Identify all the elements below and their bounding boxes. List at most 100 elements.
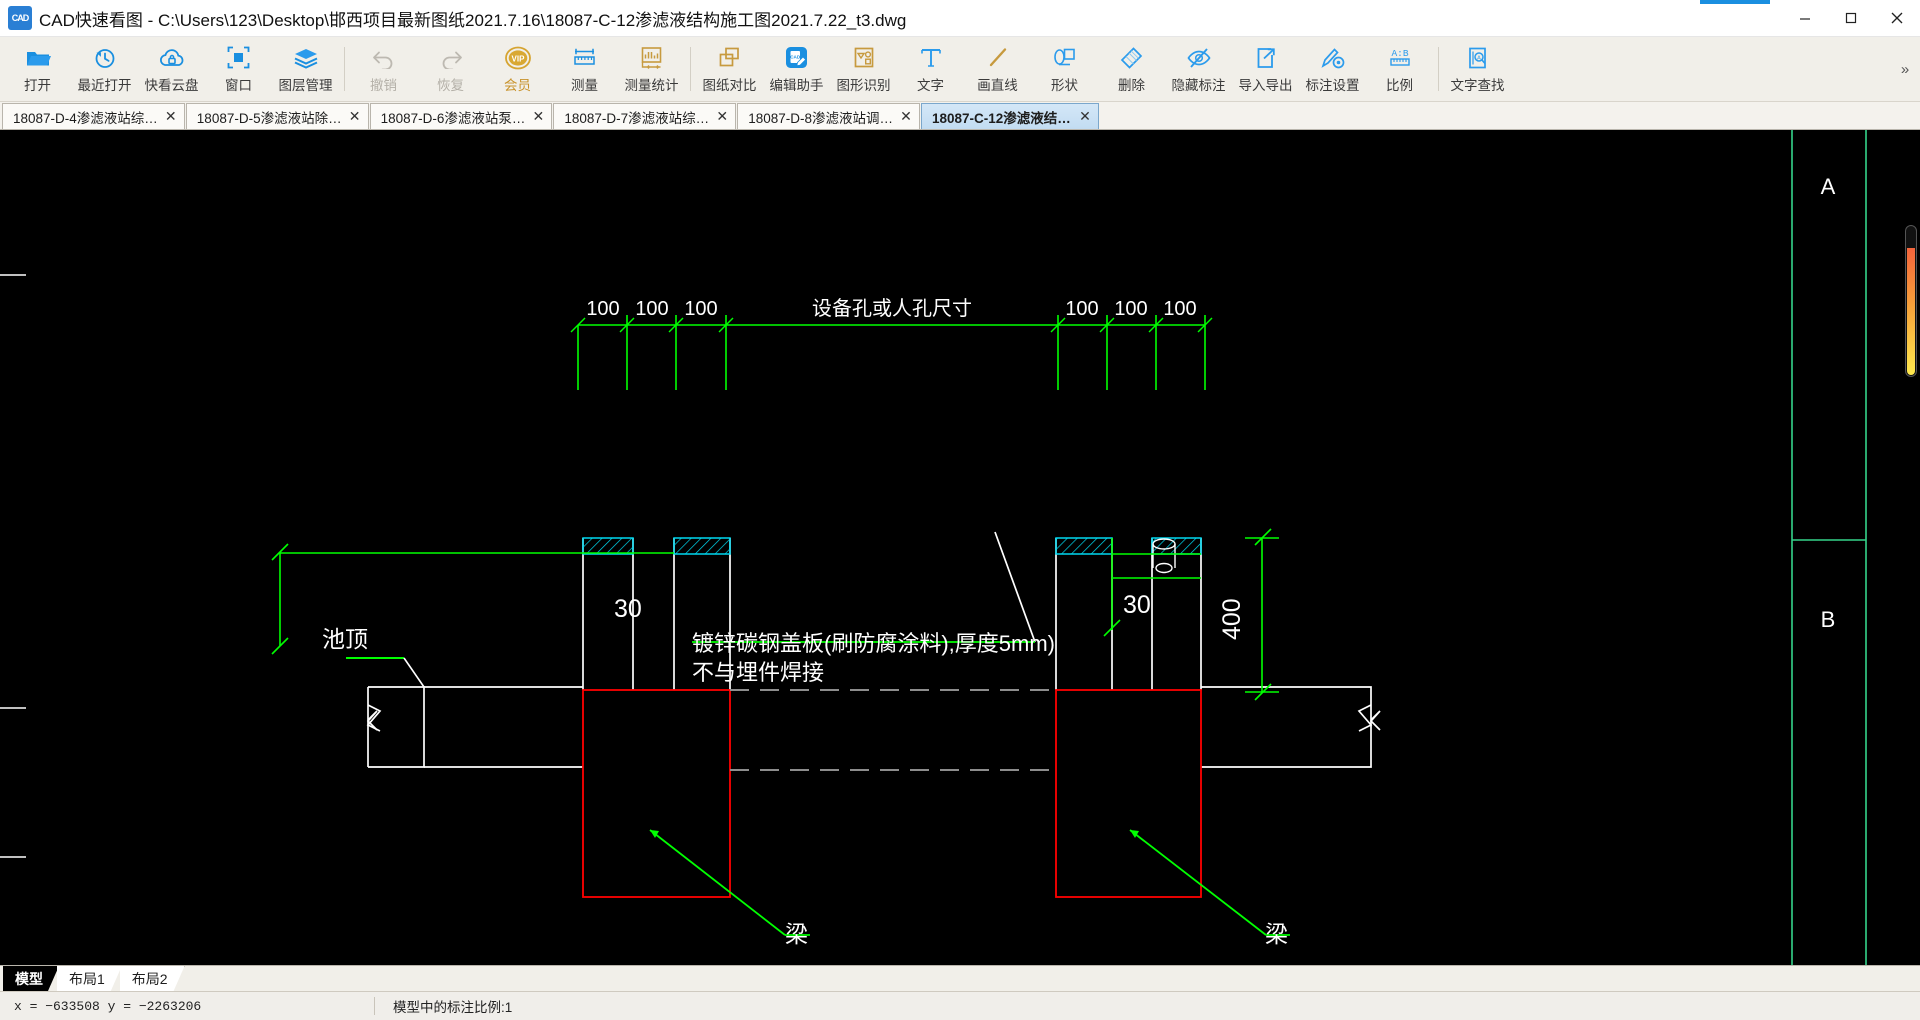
sheet-grid-frame (1791, 130, 1867, 965)
undo-arrow-icon (369, 45, 399, 71)
toolbar-button-open[interactable]: 打开 (4, 37, 71, 101)
shape-recognize-icon (849, 45, 879, 71)
close-icon[interactable]: ✕ (897, 108, 915, 125)
close-icon[interactable]: ✕ (529, 108, 547, 125)
layout-tab-bar: 模型 布局1 布局2 (0, 965, 1920, 991)
toolbar-label: 撤销 (370, 77, 397, 93)
eraser-icon (1117, 45, 1147, 71)
document-tab[interactable]: 18087-D-6渗滤液站泵… ✕ (369, 103, 553, 129)
toolbar-label: 隐藏标注 (1171, 77, 1226, 93)
svg-text:A:B: A:B (1391, 48, 1408, 59)
toolbar-separator (1438, 47, 1439, 91)
toolbar-button-scale[interactable]: A:B 比例 (1366, 37, 1433, 101)
draw-line-icon (983, 45, 1013, 71)
document-tab-active[interactable]: 18087-C-12渗滤液结… ✕ (920, 103, 1099, 129)
center-line (730, 689, 1056, 771)
toolbar-label: 编辑助手 (769, 77, 824, 93)
toolbar-label: 快看云盘 (144, 77, 199, 93)
toolbar-button-window[interactable]: 窗口 (205, 37, 272, 101)
toolbar-button-edit-assistant[interactable]: CAD 编辑助手 (763, 37, 830, 101)
document-tab[interactable]: 18087-D-4渗滤液站综… ✕ (2, 103, 185, 129)
toolbar-overflow-button[interactable]: » (1894, 37, 1916, 101)
toolbar-button-layers[interactable]: 图层管理 (272, 37, 339, 101)
toolbar-label: 导入导出 (1238, 77, 1293, 93)
toolbar-button-vip[interactable]: VIP 会员 (484, 37, 551, 101)
toolbar-button-hide-annotation[interactable]: 隐藏标注 (1165, 37, 1232, 101)
measure-ruler-icon (570, 45, 600, 71)
dim-100-1: 100 (586, 298, 619, 320)
toolbar-button-draw-line[interactable]: 画直线 (964, 37, 1031, 101)
svg-text:A: A (1477, 55, 1481, 61)
toolbar-button-delete[interactable]: 删除 (1098, 37, 1165, 101)
window-frame-icon (224, 45, 254, 71)
text-tool-icon (916, 45, 946, 71)
toolbar-button-recent[interactable]: 最近打开 (71, 37, 138, 101)
note-line-2: 不与埋件焊接 (692, 660, 824, 685)
pool-top-label: 池顶 (322, 626, 368, 652)
close-icon[interactable]: ✕ (162, 108, 180, 125)
grid-ref-b: B (1821, 607, 1836, 632)
compare-sheets-icon (715, 45, 745, 71)
toolbar-button-measure-stats[interactable]: 测量统计 (618, 37, 685, 101)
dim-100-3: 100 (684, 298, 717, 320)
grid-ref-a: A (1821, 174, 1836, 199)
close-icon[interactable]: ✕ (1076, 108, 1094, 125)
cad-application-window: CAD CAD快速看图 - C:\Users\123\Desktop\邯西项目最… (0, 0, 1920, 1020)
toolbar-label: 最近打开 (77, 77, 132, 93)
import-export-icon (1251, 45, 1281, 71)
toolbar-button-annotation-settings[interactable]: 标注设置 (1299, 37, 1366, 101)
recent-clock-icon (90, 45, 120, 71)
toolbar-label: 删除 (1118, 77, 1145, 93)
toolbar-button-undo[interactable]: 撤销 (350, 37, 417, 101)
dim-100-6: 100 (1163, 298, 1196, 320)
close-icon[interactable]: ✕ (346, 108, 364, 125)
vertical-zoom-scrollbar-thumb[interactable] (1907, 248, 1915, 375)
toolbar-button-text-search[interactable]: A 文字查找 (1444, 37, 1511, 101)
document-tab[interactable]: 18087-D-8渗滤液站调… ✕ (737, 103, 920, 129)
grid-reference-labels: A B (1821, 174, 1836, 632)
window-title: CAD快速看图 - C:\Users\123\Desktop\邯西项目最新图纸2… (39, 10, 907, 30)
toolbar-button-measure[interactable]: 测量 (551, 37, 618, 101)
toolbar-button-compare[interactable]: 图纸对比 (696, 37, 763, 101)
vertical-zoom-scrollbar[interactable] (1905, 225, 1917, 377)
toolbar-label: 恢复 (437, 77, 464, 93)
layout-tab-model[interactable]: 模型 (3, 966, 59, 991)
beam-label-right: 梁 (1265, 921, 1288, 947)
toolbar-button-shapes[interactable]: 形状 (1031, 37, 1098, 101)
shapes-icon (1050, 45, 1080, 71)
document-tab-label: 18087-D-5渗滤液站除… (196, 110, 342, 126)
close-icon[interactable]: ✕ (713, 108, 731, 125)
toolbar-label: 会员 (504, 77, 531, 93)
title-bar: CAD CAD快速看图 - C:\Users\123\Desktop\邯西项目最… (0, 0, 1920, 37)
toolbar-button-redo[interactable]: 恢复 (417, 37, 484, 101)
dim-30-left: 30 (614, 595, 642, 623)
layout-tab-layout1[interactable]: 布局1 (57, 966, 122, 991)
title-accent-stripe (1700, 0, 1770, 4)
document-tab[interactable]: 18087-D-5渗滤液站除… ✕ (185, 103, 369, 129)
document-tab[interactable]: 18087-D-7渗滤液站综… ✕ (553, 103, 737, 129)
toolbar-label: 形状 (1051, 77, 1078, 93)
minimize-button[interactable] (1782, 0, 1828, 36)
toolbar-button-import-export[interactable]: 导入导出 (1232, 37, 1299, 101)
maximize-button[interactable] (1828, 0, 1874, 36)
left-edge-ticks (0, 274, 26, 858)
toolbar-button-text[interactable]: 文字 (897, 37, 964, 101)
scale-ab-icon: A:B (1385, 45, 1415, 71)
app-logo-icon: CAD (8, 6, 32, 30)
toolbar-label: 图层管理 (278, 77, 333, 93)
layout-tab-layout2[interactable]: 布局2 (120, 966, 185, 991)
toolbar-label: 测量 (571, 77, 598, 93)
svg-text:VIP: VIP (511, 54, 525, 63)
toolbar-button-cloud[interactable]: 快看云盘 (138, 37, 205, 101)
window-controls (1782, 0, 1920, 36)
toolbar-button-shape-recognize[interactable]: 图形识别 (830, 37, 897, 101)
layers-icon (291, 45, 321, 71)
toolbar-label: 画直线 (977, 77, 1018, 93)
hide-annotation-icon (1184, 45, 1214, 71)
top-dimension-chain (570, 315, 1213, 390)
cad-drawing-canvas[interactable]: 100 100 100 100 100 100 设备孔或人孔尺寸 30 30 4… (0, 130, 1920, 965)
close-button[interactable] (1874, 0, 1920, 36)
toolbar-label: 比例 (1386, 77, 1413, 93)
toolbar-label: 文字 (917, 77, 944, 93)
pool-top-label-group: 池顶 (322, 626, 425, 688)
